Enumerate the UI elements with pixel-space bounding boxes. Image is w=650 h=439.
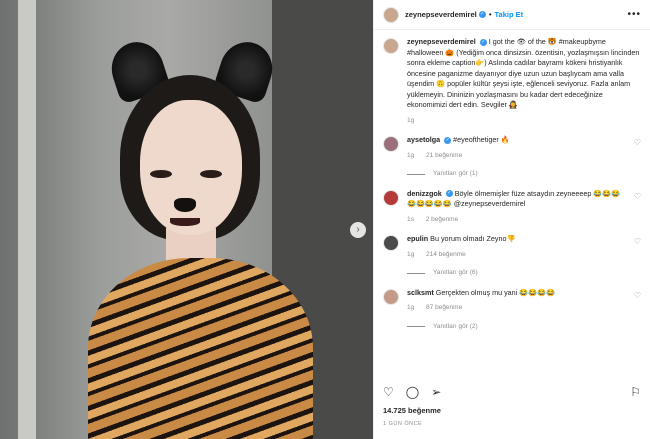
comment-meta: 1g 21 beğenme (407, 151, 628, 162)
verified-icon: ✓ (478, 11, 486, 18)
verified-icon: ✓ (445, 190, 453, 198)
comment-likes[interactable]: 87 beğenme (426, 304, 462, 311)
post-timestamp: 1 GÜN ÖNCE (383, 421, 423, 427)
post-actions: ♡ ◯ ➢ ⚐ (383, 384, 641, 400)
comment: denizzgok ✓ Böyle ölmemişler füze atsayd… (383, 189, 641, 226)
replies-label: Yanıtları gör (2) (433, 322, 478, 330)
save-bookmark-icon[interactable]: ⚐ (630, 385, 641, 399)
comment-username[interactable]: denizzgok (407, 189, 442, 198)
comment-feed[interactable]: zeynepseverdemirel ✓ I got the 👁 of the … (383, 37, 641, 372)
comment-likes[interactable]: 2 beğenme (426, 216, 459, 223)
avatar[interactable] (383, 235, 399, 251)
replies-line (407, 272, 425, 274)
post-sidebar: zeynepseverdemirel ✓ • Takip Et ••• zeyn… (373, 0, 650, 439)
comment-meta: 1g 214 beğenme (407, 250, 628, 261)
caption: zeynepseverdemirel ✓ I got the 👁 of the … (383, 37, 641, 126)
comment-meta: 1s 2 beğenme (407, 215, 628, 226)
verified-icon: ✓ (479, 38, 487, 46)
comment-username[interactable]: epulin (407, 234, 428, 243)
avatar[interactable] (383, 189, 399, 206)
follow-button[interactable]: Takip Et (495, 10, 524, 19)
header-username[interactable]: zeynepseverdemirel (405, 10, 477, 19)
comment-username[interactable]: sclksmt (407, 288, 434, 297)
comment: epulin Bu yorum olmadı Zeyno👎 1g 214 beğ… (383, 234, 641, 279)
comment-likes[interactable]: 214 beğenme (426, 251, 466, 258)
mouth (170, 218, 200, 226)
photo-doorframe (18, 0, 36, 439)
replies-line (407, 326, 425, 328)
comment-time: 1g (407, 250, 415, 258)
comment: aysetolga ✓ #eyeofthetiger 🔥 1g 21 beğen… (383, 135, 641, 180)
comment-time: 1g (407, 151, 415, 159)
like-heart-icon[interactable]: ♡ (383, 385, 394, 399)
comment: sclksmt Gerçekten olmuş mu yani 😂😂😂😂 1g … (383, 288, 641, 333)
dot-separator: • (488, 10, 492, 19)
comment-username[interactable]: aysetolga (407, 135, 440, 144)
comment-text: Gerçekten olmuş mu yani 😂😂😂😂 (435, 287, 556, 297)
post-photo[interactable]: › (0, 0, 373, 439)
comment-text: Bu yorum olmadı Zeyno👎 (430, 234, 516, 243)
tiger-top (88, 258, 313, 439)
verified-icon: ✓ (444, 136, 452, 144)
avatar[interactable] (383, 38, 399, 54)
comment-text: #eyeofthetiger 🔥 (453, 135, 510, 144)
comment-likes[interactable]: 21 beğenme (426, 152, 462, 159)
eye-left (150, 170, 172, 178)
caption-time: 1g (407, 116, 415, 124)
photo-face (140, 100, 242, 235)
view-replies-button[interactable]: Yanıtları gör (6) (407, 268, 628, 279)
like-comment-heart-icon[interactable]: ♡ (634, 237, 641, 279)
view-replies-button[interactable]: Yanıtları gör (2) (407, 322, 628, 333)
tiger-nose (174, 198, 196, 212)
replies-line (407, 173, 425, 175)
comment-time: 1g (407, 304, 415, 311)
comment-bubble-icon[interactable]: ◯ (406, 385, 419, 399)
avatar[interactable] (383, 6, 399, 23)
like-comment-heart-icon[interactable]: ♡ (634, 192, 641, 226)
share-send-icon[interactable]: ➢ (431, 385, 441, 399)
comment-time: 1s (407, 215, 414, 223)
like-comment-heart-icon[interactable]: ♡ (634, 291, 641, 333)
caption-username[interactable]: zeynepseverdemirel (407, 37, 476, 46)
view-replies-button[interactable]: Yanıtları gör (1) (407, 169, 628, 180)
likes-count[interactable]: 14.725 beğenme (383, 406, 441, 415)
post-header: zeynepseverdemirel ✓ • Takip Et ••• (374, 0, 650, 30)
more-options-icon[interactable]: ••• (627, 9, 641, 20)
like-comment-heart-icon[interactable]: ♡ (634, 138, 641, 180)
replies-label: Yanıtları gör (1) (433, 170, 478, 177)
next-photo-button[interactable]: › (350, 222, 366, 238)
caption-text: I got the 👁 of the 🐯 #makeupbyme #hallow… (407, 37, 640, 109)
caption-meta: 1g (407, 116, 641, 127)
replies-label: Yanıtları gör (6) (433, 269, 478, 276)
comment-meta: 1g 87 beğenme (407, 303, 628, 314)
eye-right (200, 170, 222, 178)
avatar[interactable] (383, 136, 399, 152)
avatar[interactable] (383, 288, 399, 305)
